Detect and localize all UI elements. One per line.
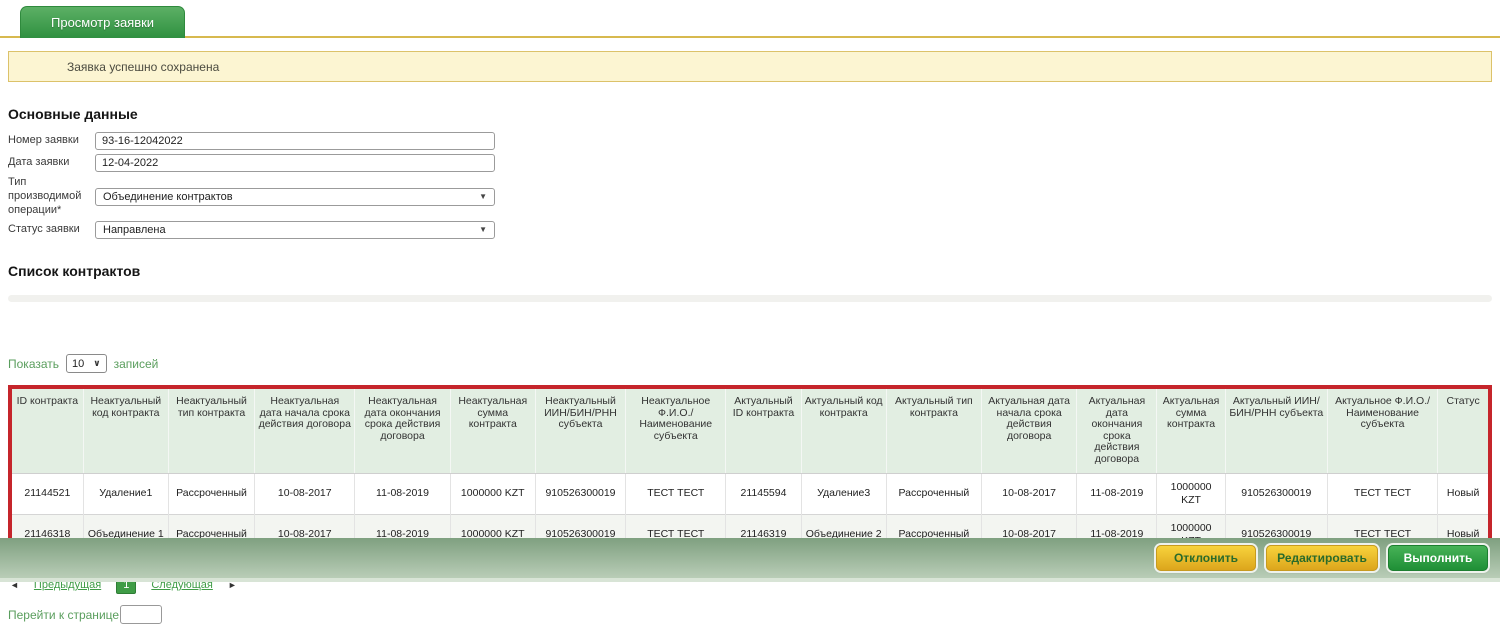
- column-header: Неактуальное Ф.И.О./ Наименование субъек…: [626, 387, 726, 473]
- records-label: записей: [114, 357, 159, 371]
- form-row-request-number: Номер заявки: [8, 132, 1500, 150]
- footer: Отклонить Редактировать Выполнить: [0, 538, 1500, 582]
- table-cell: 910526300019: [1225, 473, 1327, 514]
- page-size-select[interactable]: 10 ∨: [66, 354, 107, 373]
- request-date-input[interactable]: [95, 154, 495, 172]
- column-header: Актуальная дата окончания срока действия…: [1077, 387, 1157, 473]
- section-divider: [8, 295, 1492, 302]
- table-cell: Новый: [1438, 473, 1490, 514]
- column-header: Актуальная сумма контракта: [1157, 387, 1225, 473]
- chevron-down-icon: ▼: [479, 193, 487, 201]
- page-size-value: 10: [72, 358, 84, 370]
- operation-type-select[interactable]: Объединение контрактов ▼: [95, 188, 495, 206]
- contracts-table: ID контрактаНеактуальный код контрактаНе…: [8, 385, 1492, 559]
- goto-page-label: Перейти к странице: [8, 608, 119, 622]
- request-number-label: Номер заявки: [8, 134, 95, 148]
- chevron-down-icon: ▼: [479, 226, 487, 234]
- form-row-request-date: Дата заявки: [8, 154, 1500, 172]
- table-cell: 10-08-2017: [255, 473, 355, 514]
- table-cell: 10-08-2017: [982, 473, 1077, 514]
- contracts-section-title: Список контрактов: [8, 263, 1500, 279]
- table-cell: Рассроченный: [886, 473, 981, 514]
- table-cell: 21145594: [726, 473, 801, 514]
- footer-bottom-strip: [0, 578, 1500, 582]
- column-header: Неактуальная сумма контракта: [450, 387, 535, 473]
- table-cell: 1000000 KZT: [1157, 473, 1225, 514]
- column-header: Актуальный ID контракта: [726, 387, 801, 473]
- show-label: Показать: [8, 357, 59, 371]
- table-cell: 11-08-2019: [355, 473, 450, 514]
- table-cell: ТЕСТ ТЕСТ: [1327, 473, 1437, 514]
- footer-action-bar: Отклонить Редактировать Выполнить: [0, 538, 1500, 578]
- column-header: Актуальный тип контракта: [886, 387, 981, 473]
- column-header: Актуальный код контракта: [801, 387, 886, 473]
- table-cell: Удаление1: [83, 473, 168, 514]
- status-message: Заявка успешно сохранена: [8, 51, 1492, 82]
- column-header: Неактуальная дата окончания срока действ…: [355, 387, 450, 473]
- column-header: Неактуальный тип контракта: [168, 387, 254, 473]
- execute-button[interactable]: Выполнить: [1388, 545, 1488, 571]
- chevron-down-icon: ∨: [93, 359, 100, 368]
- column-header: Актуальное Ф.И.О./ Наименование субъекта: [1327, 387, 1437, 473]
- request-status-label: Статус заявки: [8, 223, 95, 237]
- edit-button[interactable]: Редактировать: [1266, 545, 1378, 571]
- tab-view-request[interactable]: Просмотр заявки: [20, 6, 185, 38]
- request-number-input[interactable]: [95, 132, 495, 150]
- column-header: Неактуальный код контракта: [83, 387, 168, 473]
- goto-page-input[interactable]: [120, 605, 162, 624]
- page-size-row: Показать 10 ∨ записей: [8, 354, 1500, 373]
- form-row-operation-type: Тип производимой операции* Объединение к…: [8, 176, 1500, 217]
- tab-bar: Просмотр заявки: [0, 0, 1500, 38]
- request-status-value: Направлена: [103, 224, 166, 236]
- goto-page-row: Перейти к странице: [8, 605, 1500, 624]
- column-header: Статус: [1438, 387, 1490, 473]
- column-header: ID контракта: [10, 387, 83, 473]
- main-section-title: Основные данные: [8, 106, 1500, 122]
- column-header: Актуальный ИИН/БИН/РНН субъекта: [1225, 387, 1327, 473]
- table-cell: Рассроченный: [168, 473, 254, 514]
- table-cell: 11-08-2019: [1077, 473, 1157, 514]
- table-header-row: ID контрактаНеактуальный код контрактаНе…: [10, 387, 1490, 473]
- reject-button[interactable]: Отклонить: [1156, 545, 1256, 571]
- column-header: Неактуальный ИИН/БИН/РНН субъекта: [535, 387, 625, 473]
- column-header: Актуальная дата начала срока действия до…: [982, 387, 1077, 473]
- table-cell: 910526300019: [535, 473, 625, 514]
- table-row: 21144521Удаление1Рассроченный10-08-20171…: [10, 473, 1490, 514]
- request-status-select[interactable]: Направлена ▼: [95, 221, 495, 239]
- column-header: Неактуальная дата начала срока действия …: [255, 387, 355, 473]
- main-form: Номер заявки Дата заявки Тип производимо…: [8, 132, 1500, 239]
- table-cell: ТЕСТ ТЕСТ: [626, 473, 726, 514]
- request-date-label: Дата заявки: [8, 156, 95, 170]
- operation-type-label: Тип производимой операции*: [8, 176, 95, 217]
- table-cell: Удаление3: [801, 473, 886, 514]
- operation-type-value: Объединение контрактов: [103, 191, 233, 203]
- table-cell: 21144521: [10, 473, 83, 514]
- table-cell: 1000000 KZT: [450, 473, 535, 514]
- form-row-request-status: Статус заявки Направлена ▼: [8, 221, 1500, 239]
